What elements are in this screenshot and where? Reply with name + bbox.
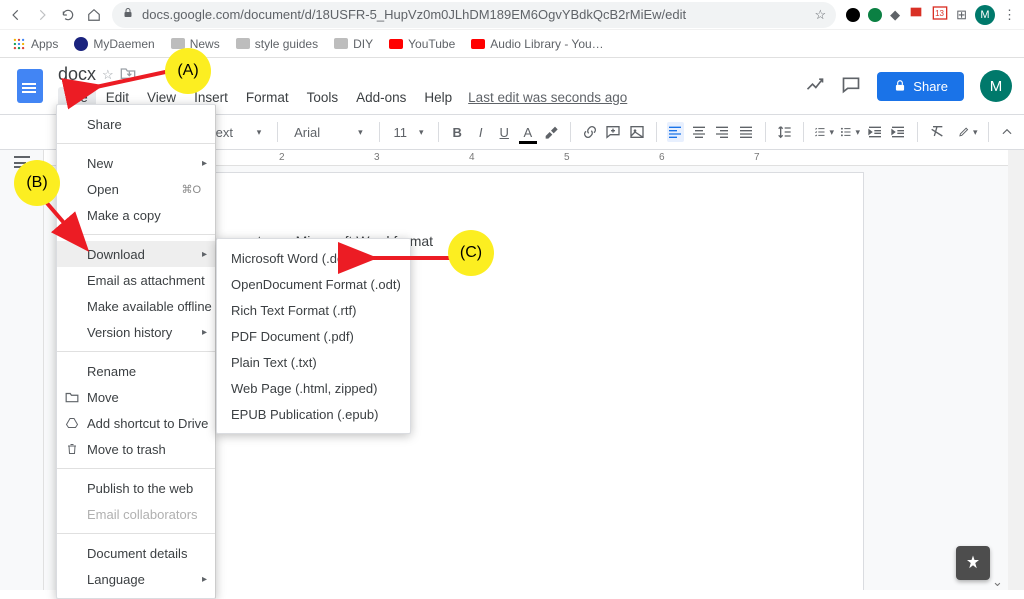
chrome-menu-icon[interactable]: ⋮ (1003, 7, 1016, 23)
activity-icon[interactable] (805, 75, 825, 98)
comment-icon[interactable] (605, 122, 623, 142)
line-spacing-icon[interactable] (776, 122, 794, 142)
share-label: Share (913, 79, 948, 94)
scrollbar[interactable] (1008, 150, 1024, 590)
share-button[interactable]: Share (877, 72, 964, 101)
folder-icon (334, 38, 348, 49)
text-color-icon[interactable]: A (519, 122, 537, 142)
underline-icon[interactable]: U (495, 122, 513, 142)
trash-icon (65, 442, 79, 456)
align-justify-icon[interactable] (737, 122, 755, 142)
font-size[interactable]: 11▾ (389, 125, 427, 140)
star-icon[interactable]: ☆ (814, 7, 826, 23)
ext-icon[interactable]: ⊞ (956, 7, 967, 23)
forward-icon[interactable] (34, 7, 50, 23)
menu-help[interactable]: Help (416, 87, 460, 108)
folder-icon (171, 38, 185, 49)
callout-arrow-c (362, 248, 462, 271)
menu-publish[interactable]: Publish to the web (57, 475, 215, 501)
image-icon[interactable] (628, 122, 646, 142)
browser-chrome-bar: docs.google.com/document/d/18USFR-5_HupV… (0, 0, 1024, 30)
menu-rename[interactable]: Rename (57, 358, 215, 384)
callout-arrow-b (40, 196, 100, 259)
link-icon[interactable] (581, 122, 599, 142)
scroll-down-icon[interactable]: ⌄ (992, 574, 1004, 586)
bookmark-item[interactable]: Audio Library - You… (471, 37, 603, 51)
align-center-icon[interactable] (690, 122, 708, 142)
address-bar[interactable]: docs.google.com/document/d/18USFR-5_HupV… (112, 2, 836, 28)
menu-move[interactable]: Move (57, 384, 215, 410)
menu-language[interactable]: Language (57, 566, 215, 592)
menu-share[interactable]: Share (57, 111, 215, 137)
download-epub[interactable]: EPUB Publication (.epub) (217, 401, 410, 427)
youtube-icon (471, 39, 485, 49)
chrome-extensions: ◆ 13 ⊞ M ⋮ (846, 5, 1016, 25)
menu-new[interactable]: New (57, 150, 215, 176)
indent-increase-icon[interactable] (890, 122, 908, 142)
collapse-icon[interactable] (998, 122, 1016, 142)
bullet-list-icon[interactable] (840, 122, 860, 142)
menu-add-shortcut[interactable]: Add shortcut to Drive (57, 410, 215, 436)
move-icon (65, 390, 79, 404)
bookmark-folder[interactable]: style guides (236, 37, 318, 51)
font-select[interactable]: Arial (288, 125, 368, 140)
url-text: docs.google.com/document/d/18USFR-5_HupV… (142, 7, 806, 22)
ext-icon[interactable]: ◆ (890, 7, 900, 23)
chrome-avatar[interactable]: M (975, 5, 995, 25)
apps-label: Apps (31, 37, 58, 51)
youtube-icon (389, 39, 403, 49)
ext-icon[interactable] (908, 5, 924, 24)
ext-icon[interactable] (846, 8, 860, 22)
lock-icon (122, 7, 134, 22)
align-right-icon[interactable] (714, 122, 732, 142)
download-rtf[interactable]: Rich Text Format (.rtf) (217, 297, 410, 323)
menu-offline[interactable]: Make available offline (57, 293, 215, 319)
ext-badge[interactable]: 13 (932, 5, 948, 24)
reload-icon[interactable] (60, 7, 76, 23)
account-avatar[interactable]: M (980, 70, 1012, 102)
italic-icon[interactable]: I (472, 122, 490, 142)
apps-icon[interactable]: Apps (12, 37, 58, 51)
drive-icon (65, 416, 79, 430)
download-pdf[interactable]: PDF Document (.pdf) (217, 323, 410, 349)
menu-tools[interactable]: Tools (299, 87, 347, 108)
ext-icon[interactable] (868, 8, 882, 22)
docs-logo-icon[interactable] (12, 68, 48, 104)
callout-c: (C) (448, 230, 494, 276)
menu-doc-details[interactable]: Document details (57, 540, 215, 566)
file-menu: Share New Open⌘O Make a copy Download Em… (56, 104, 216, 599)
highlight-icon[interactable] (543, 122, 561, 142)
download-txt[interactable]: Plain Text (.txt) (217, 349, 410, 375)
download-html[interactable]: Web Page (.html, zipped) (217, 375, 410, 401)
last-edit-link[interactable]: Last edit was seconds ago (468, 87, 627, 108)
folder-icon (236, 38, 250, 49)
clear-format-icon[interactable] (928, 122, 946, 142)
home-icon[interactable] (86, 7, 102, 23)
left-gutter (0, 150, 44, 590)
comments-icon[interactable] (841, 75, 861, 98)
menu-email-attachment[interactable]: Email as attachment (57, 267, 215, 293)
editing-mode-icon[interactable] (958, 122, 978, 142)
menu-email-collab: Email collaborators (57, 501, 215, 527)
bold-icon[interactable]: B (448, 122, 466, 142)
menu-format[interactable]: Format (238, 87, 297, 108)
callout-a: (A) (165, 48, 211, 94)
download-odt[interactable]: OpenDocument Format (.odt) (217, 271, 410, 297)
menu-version-history[interactable]: Version history (57, 319, 215, 345)
back-icon[interactable] (8, 7, 24, 23)
menu-trash[interactable]: Move to trash (57, 436, 215, 462)
explore-button[interactable] (956, 546, 990, 580)
bookmark-folder[interactable]: DIY (334, 37, 373, 51)
bookmark-item[interactable]: YouTube (389, 37, 455, 51)
callout-b: (B) (14, 160, 60, 206)
bookmarks-bar: Apps MyDaemen News style guides DIY YouT… (0, 30, 1024, 58)
align-left-icon[interactable] (667, 122, 685, 142)
indent-decrease-icon[interactable] (866, 122, 884, 142)
checklist-icon[interactable] (814, 122, 834, 142)
menu-addons[interactable]: Add-ons (348, 87, 414, 108)
bookmark-item[interactable]: MyDaemen (74, 37, 154, 51)
